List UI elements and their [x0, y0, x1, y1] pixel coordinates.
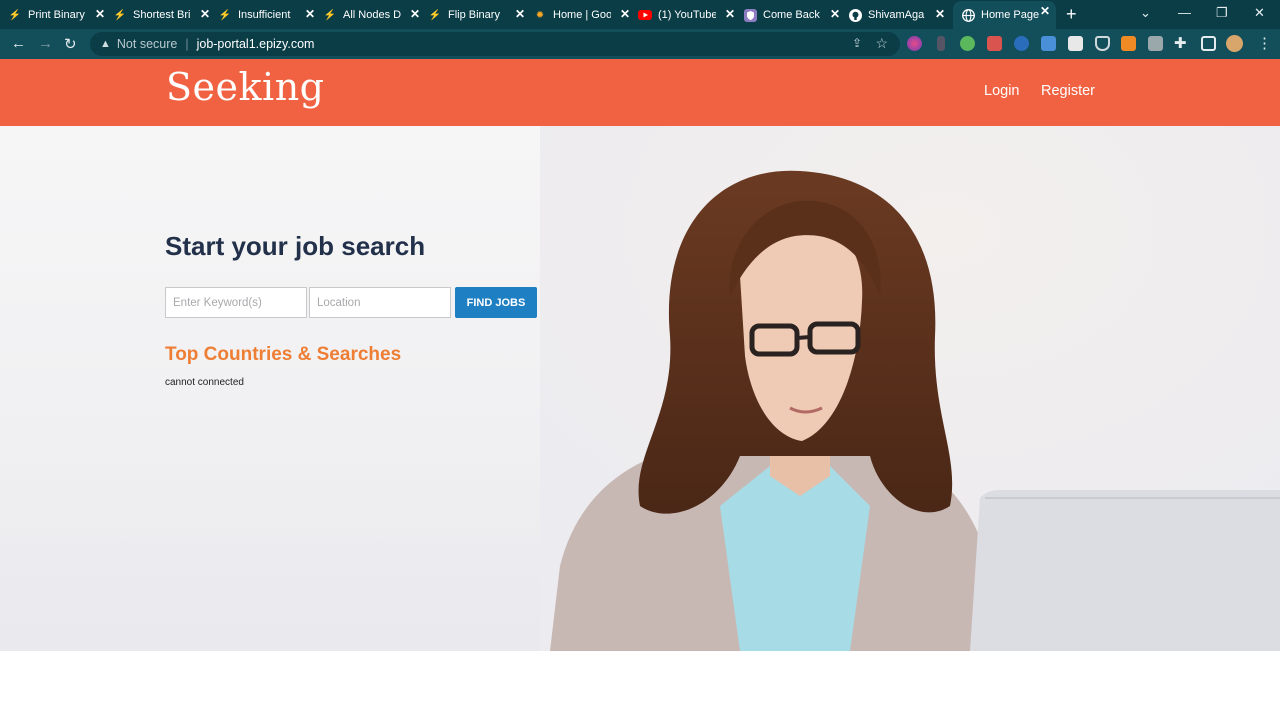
tab-title: Shortest Bri: [133, 9, 191, 21]
close-tab-icon[interactable]: ✕: [95, 7, 105, 21]
keyword-input[interactable]: [165, 287, 307, 318]
close-tab-icon[interactable]: ✕: [305, 7, 315, 21]
share-icon[interactable]: ⇪: [852, 36, 862, 50]
globe-icon: [961, 8, 975, 22]
hero-section: Start your job search FIND JOBS Top Coun…: [0, 126, 1280, 651]
extension-color-icon[interactable]: [907, 36, 922, 51]
site-logo[interactable]: Seeking: [166, 65, 325, 109]
close-tab-icon[interactable]: ✕: [935, 7, 945, 21]
extension-k-icon[interactable]: [1148, 36, 1163, 51]
browser-tab[interactable]: (1) YouTube ✕: [638, 4, 741, 26]
browser-toolbar: ← → ↻ ▲ Not secure | job-portal1.epizy.c…: [0, 29, 1280, 59]
browser-tab[interactable]: ⚡ Insufficient ✕: [218, 4, 321, 26]
translate-icon[interactable]: [1041, 36, 1056, 51]
hero-title: Start your job search: [165, 231, 426, 261]
tab-title: Flip Binary: [448, 9, 500, 21]
browser-tab[interactable]: ShivamAga ✕: [848, 4, 951, 26]
section-title: Top Countries & Searches: [165, 344, 402, 365]
hero-photo: [540, 126, 1280, 651]
warning-icon[interactable]: ▲: [100, 38, 111, 50]
extension-new-icon[interactable]: [987, 36, 1002, 51]
browser-tab[interactable]: ⚡ Flip Binary ✕: [428, 4, 531, 26]
browser-tab-active[interactable]: Home Page ✕: [953, 1, 1056, 29]
binary-search-icon: ⚡: [218, 9, 232, 21]
site-header: Seeking Login Register: [0, 59, 1280, 126]
extension-plus-icon[interactable]: [960, 36, 975, 51]
status-message: cannot connected: [165, 377, 244, 388]
browser-tab[interactable]: ⚡ Print Binary ✕: [8, 4, 111, 26]
register-link[interactable]: Register: [1041, 83, 1095, 99]
avatar[interactable]: [1226, 35, 1243, 52]
extensions-puzzle-icon[interactable]: ✚: [1174, 34, 1187, 52]
close-tab-icon[interactable]: ✕: [830, 7, 840, 21]
close-tab-icon[interactable]: ✕: [515, 7, 525, 21]
browser-tab-strip: ⚡ Print Binary ✕ ⚡ Shortest Bri ✕ ⚡ Insu…: [0, 0, 1280, 29]
location-input[interactable]: [309, 287, 451, 318]
shield-icon: [743, 8, 757, 22]
youtube-icon: [638, 8, 652, 22]
new-tab-icon[interactable]: +: [1066, 4, 1077, 25]
back-icon[interactable]: ←: [11, 35, 26, 52]
tab-title: (1) YouTube: [658, 9, 716, 21]
metamask-icon[interactable]: [1121, 36, 1136, 51]
tab-title: Insufficient: [238, 9, 291, 21]
find-jobs-button[interactable]: FIND JOBS: [455, 287, 537, 318]
binary-search-icon: ⚡: [323, 9, 337, 21]
close-tab-icon[interactable]: ✕: [1040, 4, 1050, 18]
extension-euro-icon[interactable]: [1014, 36, 1029, 51]
browser-tab[interactable]: ⚡ All Nodes D ✕: [323, 4, 426, 26]
github-icon: [848, 8, 862, 22]
tab-title: Home Page: [981, 9, 1039, 21]
extension-bottle-icon[interactable]: [937, 36, 945, 51]
more-menu-icon[interactable]: ⋮: [1257, 34, 1272, 52]
close-tab-icon[interactable]: ✕: [620, 7, 630, 21]
binary-search-icon: ⚡: [113, 9, 127, 21]
tab-search-icon[interactable]: ⌄: [1140, 5, 1151, 21]
tab-title: ShivamAga: [868, 9, 925, 21]
browser-tab[interactable]: Come Back ✕: [743, 4, 846, 26]
sun-icon: ✹: [535, 9, 545, 21]
tab-title: Come Back: [763, 9, 820, 21]
browser-tab[interactable]: ✹ Home | Goo ✕: [533, 4, 636, 26]
tab-title: All Nodes D: [343, 9, 401, 21]
reload-icon[interactable]: ↻: [64, 35, 77, 53]
tab-title: Print Binary: [28, 9, 85, 21]
tab-title: Home | Goo: [553, 9, 611, 21]
forward-icon[interactable]: →: [38, 35, 53, 52]
address-bar[interactable]: ▲ Not secure | job-portal1.epizy.com ⇪ ☆: [90, 32, 900, 56]
divider: |: [185, 37, 189, 51]
browser-tab[interactable]: ⚡ Shortest Bri ✕: [113, 4, 216, 26]
close-tab-icon[interactable]: ✕: [725, 7, 735, 21]
url-text[interactable]: job-portal1.epizy.com: [197, 37, 315, 51]
login-link[interactable]: Login: [984, 83, 1019, 99]
side-panel-icon[interactable]: [1201, 36, 1216, 51]
security-label: Not secure: [116, 37, 178, 51]
close-tab-icon[interactable]: ✕: [200, 7, 210, 21]
bookmark-star-icon[interactable]: ☆: [875, 35, 888, 52]
binary-search-icon: ⚡: [428, 9, 442, 21]
shield-extension-icon[interactable]: [1095, 36, 1110, 51]
binary-search-icon: ⚡: [8, 9, 22, 21]
close-window-icon[interactable]: ✕: [1254, 5, 1265, 21]
close-tab-icon[interactable]: ✕: [410, 7, 420, 21]
minimize-icon[interactable]: —: [1178, 5, 1191, 20]
restore-icon[interactable]: ❐: [1216, 5, 1228, 21]
extension-chart-icon[interactable]: [1068, 36, 1083, 51]
